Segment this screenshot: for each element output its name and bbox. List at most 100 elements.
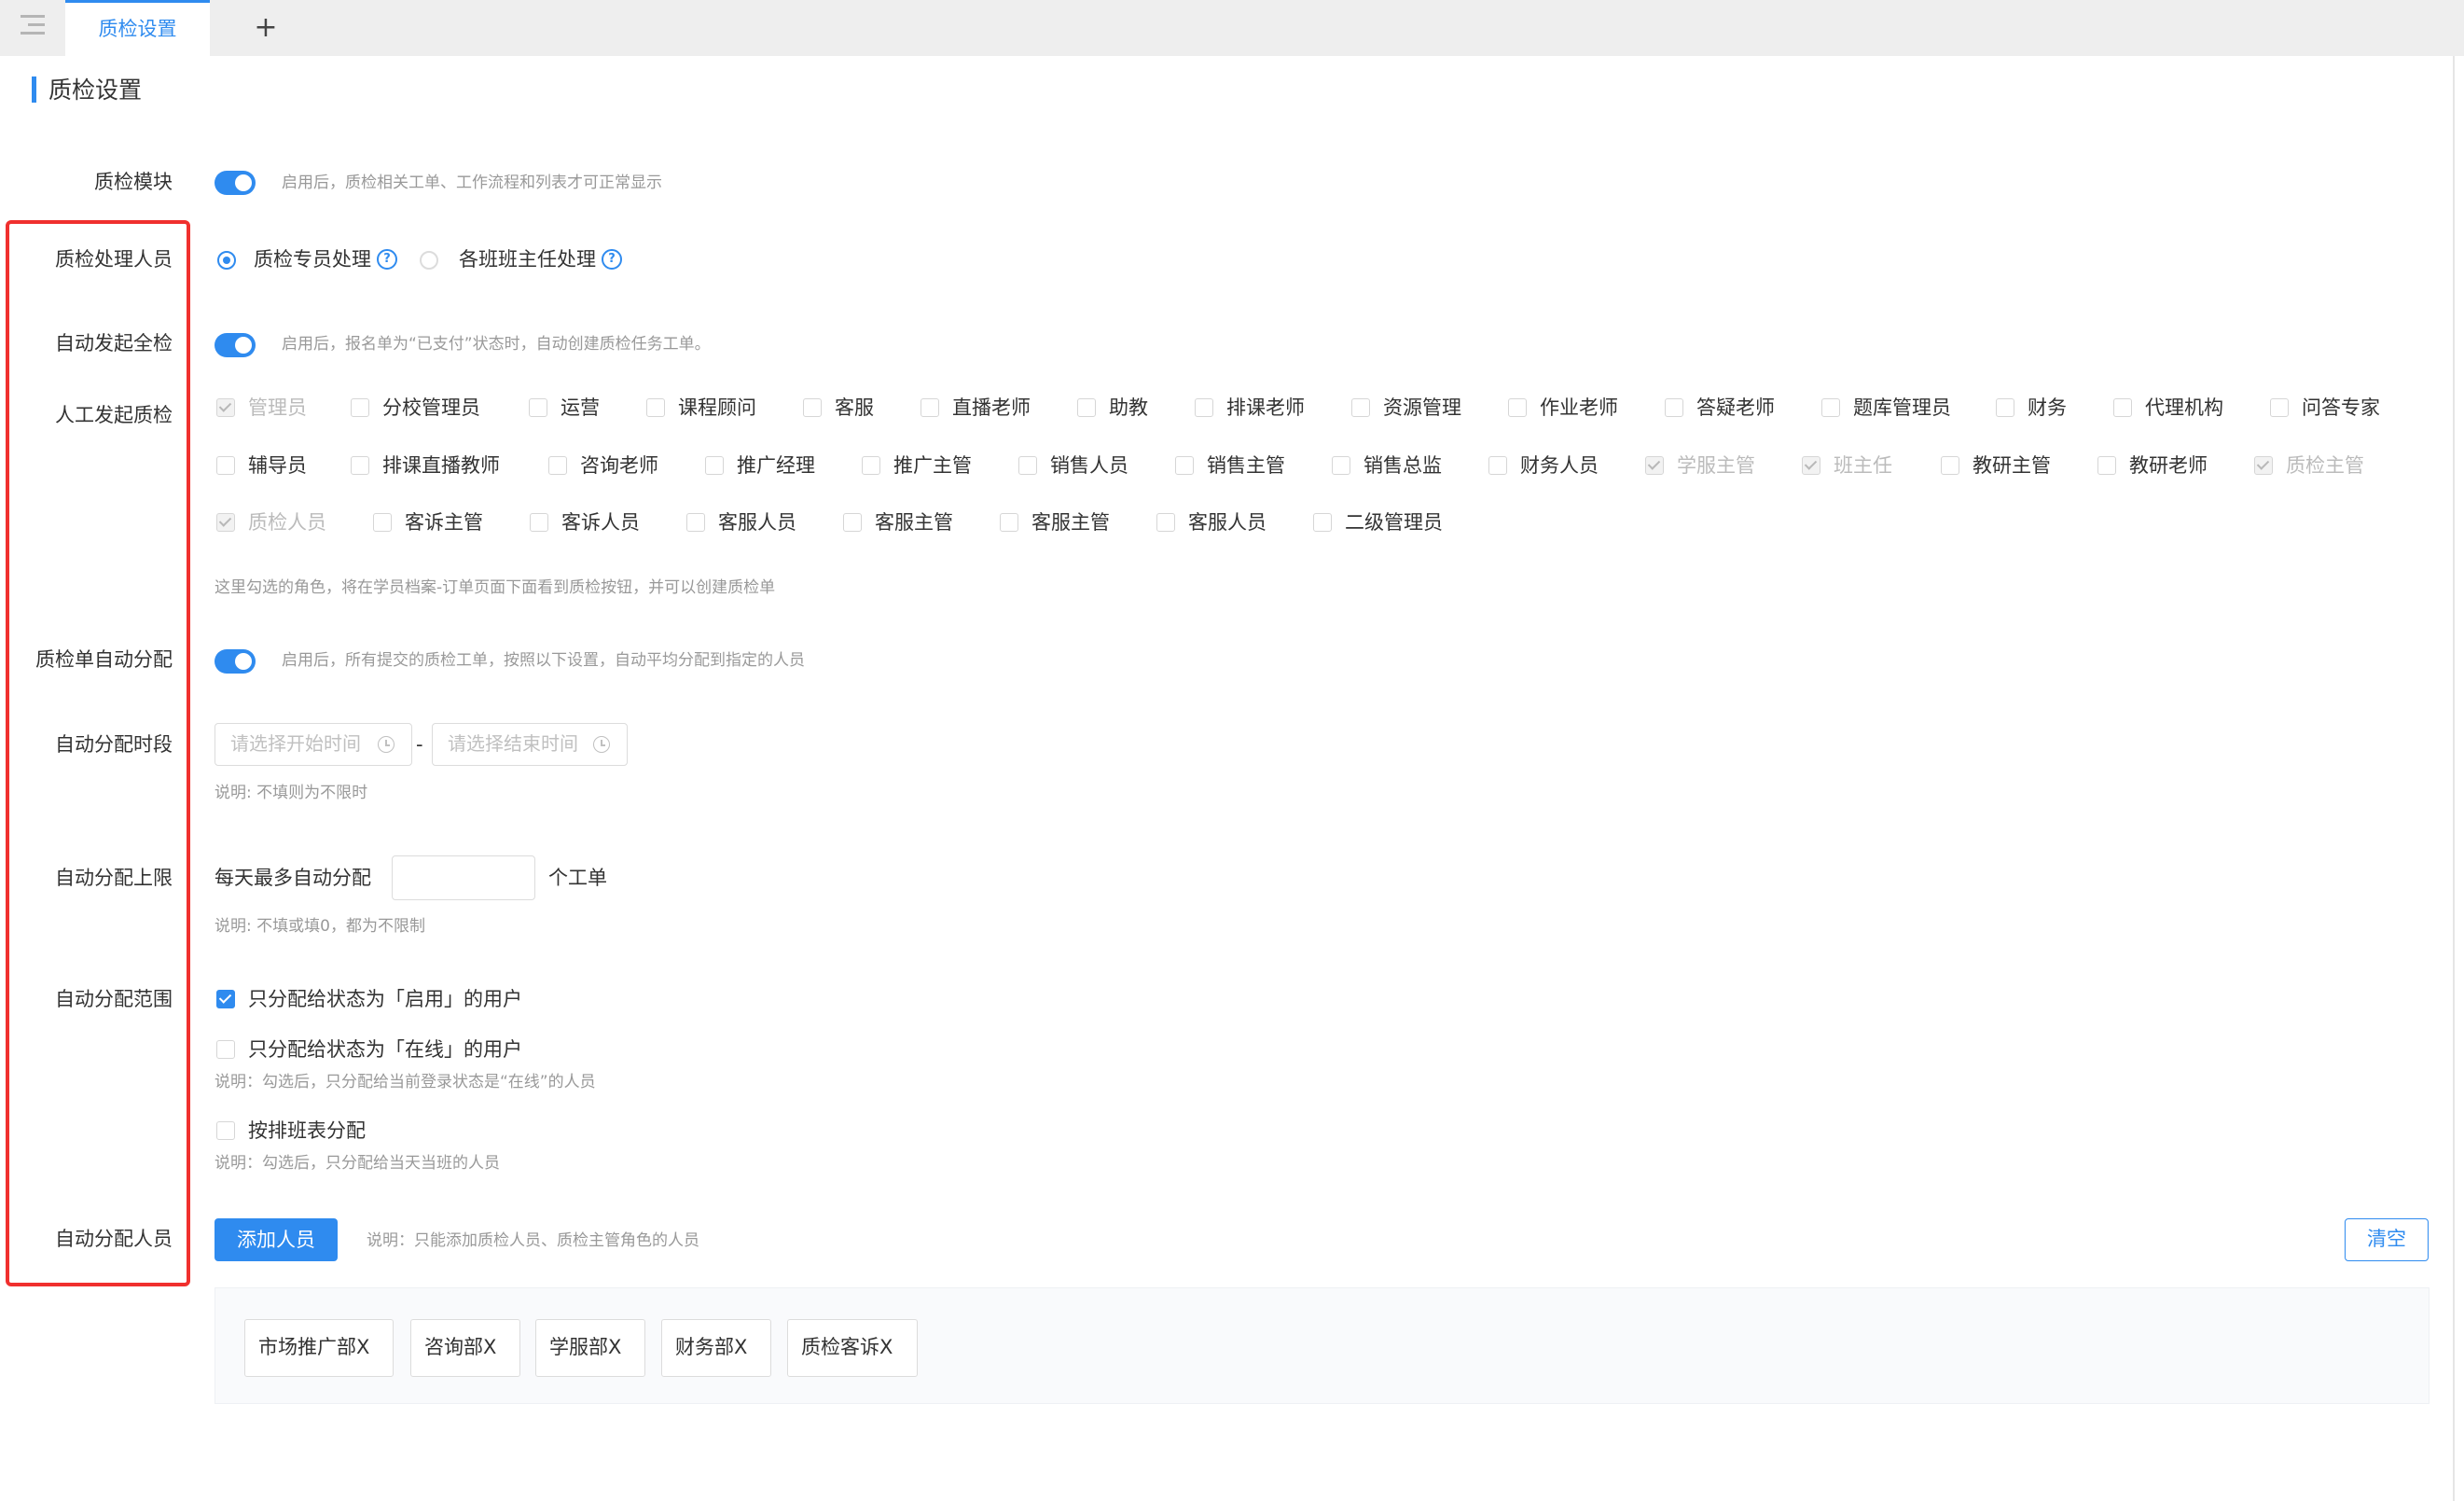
role-label[interactable]: 客服主管 (875, 508, 953, 536)
handler-option-teacher[interactable]: 各班班主任处理 (459, 245, 596, 273)
role-label[interactable]: 辅导员 (248, 452, 307, 479)
role-checkbox (216, 398, 235, 417)
role-checkbox[interactable] (803, 398, 822, 417)
role-checkbox[interactable] (1332, 456, 1350, 475)
department-chip[interactable]: 咨询部X (410, 1319, 520, 1377)
add-tab-icon[interactable]: + (247, 7, 284, 49)
scope-schedule-text[interactable]: 按排班表分配 (248, 1117, 366, 1145)
role-checkbox[interactable] (1941, 456, 1959, 475)
module-switch[interactable] (215, 171, 256, 195)
period-separator: - (416, 733, 423, 756)
role-checkbox[interactable] (216, 456, 235, 475)
role-checkbox[interactable] (646, 398, 665, 417)
role-label[interactable]: 运营 (561, 394, 600, 422)
clear-button[interactable]: 清空 (2345, 1218, 2429, 1261)
role-checkbox[interactable] (686, 513, 705, 532)
department-chip[interactable]: 质检客诉X (787, 1319, 918, 1377)
role-label[interactable]: 咨询老师 (580, 452, 658, 479)
page-title: 质检设置 (48, 76, 143, 104)
role-checkbox[interactable] (1175, 456, 1194, 475)
role-label[interactable]: 分校管理员 (382, 394, 480, 422)
role-label[interactable]: 客诉人员 (561, 508, 640, 536)
role-label[interactable]: 客服人员 (718, 508, 796, 536)
role-checkbox[interactable] (1488, 456, 1507, 475)
role-label[interactable]: 客服人员 (1188, 508, 1267, 536)
role-label[interactable]: 财务 (2028, 394, 2067, 422)
role-checkbox[interactable] (1156, 513, 1175, 532)
role-checkbox (216, 513, 235, 532)
handler-radio-teacher[interactable] (420, 251, 438, 270)
role-label: 质检人员 (248, 511, 326, 534)
role-label[interactable]: 答疑老师 (1696, 394, 1775, 422)
role-label[interactable]: 助教 (1109, 394, 1148, 422)
role-checkbox[interactable] (2113, 398, 2132, 417)
limit-prefix: 每天最多自动分配 (215, 867, 371, 889)
role-label[interactable]: 客服主管 (1031, 508, 1110, 536)
role-label[interactable]: 销售人员 (1050, 452, 1128, 479)
role-label[interactable]: 推广经理 (737, 452, 815, 479)
role-checkbox[interactable] (1195, 398, 1213, 417)
role-label[interactable]: 客服 (835, 394, 874, 422)
auto-full-switch[interactable] (215, 333, 256, 357)
auto-assign-switch[interactable] (215, 649, 256, 674)
role-checkbox[interactable] (1665, 398, 1683, 417)
scope-schedule-checkbox[interactable] (216, 1121, 235, 1140)
role-label[interactable]: 排课直播教师 (382, 452, 500, 479)
role-checkbox[interactable] (2097, 456, 2116, 475)
role-checkbox[interactable] (1313, 513, 1332, 532)
role-label[interactable]: 排课老师 (1226, 394, 1305, 422)
role-label[interactable]: 财务人员 (1520, 452, 1599, 479)
role-checkbox[interactable] (1996, 398, 2014, 417)
role-label: 质检主管 (2286, 454, 2364, 477)
add-people-button[interactable]: 添加人员 (215, 1218, 338, 1261)
role-label[interactable]: 教研主管 (1973, 452, 2051, 479)
role-checkbox[interactable] (921, 398, 939, 417)
start-time-input[interactable]: 请选择开始时间 (215, 723, 412, 766)
menu-fold-icon[interactable] (17, 11, 50, 39)
role-checkbox[interactable] (1508, 398, 1527, 417)
role-checkbox[interactable] (1351, 398, 1370, 417)
role-checkbox[interactable] (530, 513, 548, 532)
role-label[interactable]: 课程顾问 (678, 394, 756, 422)
scope-online-checkbox[interactable] (216, 1040, 235, 1059)
role-label[interactable]: 直播老师 (952, 394, 1031, 422)
scope-online-text[interactable]: 只分配给状态为「在线」的用户 (248, 1035, 522, 1063)
role-label[interactable]: 二级管理员 (1345, 508, 1443, 536)
role-checkbox[interactable] (373, 513, 392, 532)
role-checkbox[interactable] (1077, 398, 1096, 417)
role-label[interactable]: 客诉主管 (405, 508, 483, 536)
handler-option-specialist[interactable]: 质检专员处理 (254, 245, 371, 273)
role-checkbox[interactable] (1000, 513, 1018, 532)
role-label[interactable]: 作业老师 (1540, 394, 1618, 422)
handler-radio-specialist[interactable] (217, 251, 236, 270)
department-chip[interactable]: 财务部X (661, 1319, 771, 1377)
role-checkbox[interactable] (1821, 398, 1840, 417)
role-label[interactable]: 推广主管 (893, 452, 972, 479)
role-label[interactable]: 题库管理员 (1853, 394, 1951, 422)
help-icon[interactable]: ? (377, 249, 397, 270)
role-checkbox[interactable] (351, 456, 369, 475)
scope-enabled-text[interactable]: 只分配给状态为「启用」的用户 (248, 985, 522, 1013)
role-checkbox[interactable] (529, 398, 547, 417)
role-checkbox[interactable] (351, 398, 369, 417)
role-checkbox[interactable] (1018, 456, 1037, 475)
role-label[interactable]: 教研老师 (2129, 452, 2208, 479)
scope-enabled-checkbox[interactable] (216, 990, 235, 1008)
role-checkbox[interactable] (705, 456, 724, 475)
tab-quality-settings[interactable]: 质检设置 (65, 0, 210, 56)
department-chip[interactable]: 市场推广部X (244, 1319, 394, 1377)
role-checkbox[interactable] (2270, 398, 2289, 417)
department-chip[interactable]: 学服部X (535, 1319, 645, 1377)
end-time-input[interactable]: 请选择结束时间 (432, 723, 628, 766)
role-checkbox[interactable] (548, 456, 567, 475)
role-checkbox[interactable] (843, 513, 862, 532)
role-label[interactable]: 资源管理 (1383, 394, 1461, 422)
role-label[interactable]: 销售总监 (1364, 452, 1442, 479)
role-label[interactable]: 销售主管 (1207, 452, 1285, 479)
role-label[interactable]: 问答专家 (2302, 394, 2380, 422)
help-icon[interactable]: ? (602, 249, 622, 270)
auto-assign-desc: 启用后，所有提交的质检工单，按照以下设置，自动平均分配到指定的人员 (282, 651, 805, 670)
role-label[interactable]: 代理机构 (2145, 394, 2223, 422)
limit-input[interactable] (392, 855, 535, 900)
role-checkbox[interactable] (862, 456, 880, 475)
